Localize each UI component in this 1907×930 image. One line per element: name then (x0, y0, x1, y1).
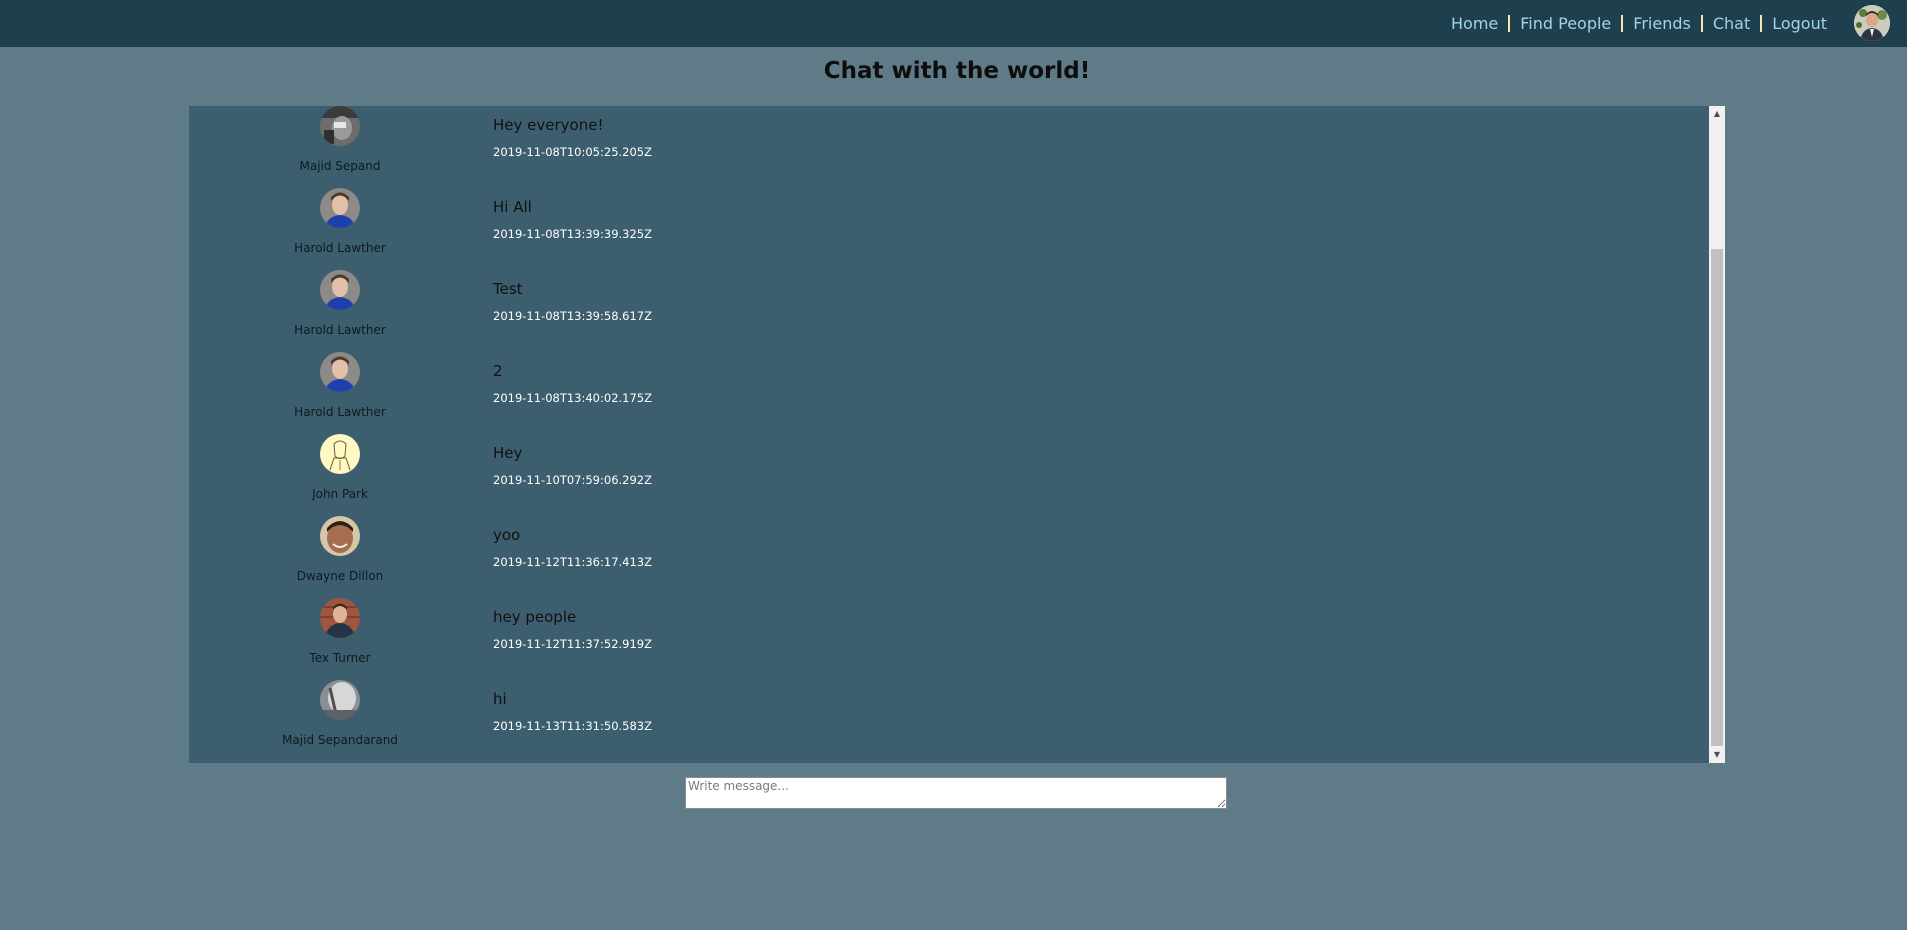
user-avatar[interactable] (320, 516, 360, 556)
message-text: hey people (493, 608, 577, 626)
message-text: Hey everyone! (493, 116, 604, 134)
message-author: Harold Lawther (294, 405, 386, 419)
user-avatar[interactable] (320, 598, 360, 638)
chat-scrollbar[interactable]: ▲ ▼ (1709, 106, 1725, 763)
message-author: Tex Turner (309, 651, 371, 665)
message-item: John Park Hey 2019-11-10T07:59:06.292Z (189, 434, 1709, 516)
message-timestamp: 2019-11-13T11:31:50.583Z (493, 719, 652, 733)
message-item: Majid Sepandarand hi 2019-11-13T11:31:50… (189, 680, 1709, 762)
user-avatar[interactable] (320, 106, 360, 146)
nav-separator (1760, 15, 1763, 32)
nav-separator (1700, 15, 1703, 32)
message-item: Harold Lawther Test 2019-11-08T13:39:58.… (189, 270, 1709, 352)
message-item: Dwayne Dillon yoo 2019-11-12T11:36:17.41… (189, 516, 1709, 598)
nav-logout-link[interactable]: Logout (1772, 14, 1827, 33)
message-timestamp: 2019-11-12T11:37:52.919Z (493, 637, 652, 651)
scroll-down-arrow-icon[interactable]: ▼ (1709, 747, 1725, 763)
message-author: Majid Sepandarand (282, 733, 398, 747)
message-timestamp: 2019-11-08T10:05:25.205Z (493, 145, 652, 159)
page-title: Chat with the world! (823, 58, 1091, 84)
message-timestamp: 2019-11-08T13:39:58.617Z (493, 309, 652, 323)
message-timestamp: 2019-11-10T07:59:06.292Z (493, 473, 652, 487)
nav-chat-link[interactable]: Chat (1713, 14, 1750, 33)
message-author: Dwayne Dillon (296, 569, 384, 583)
message-timestamp: 2019-11-08T13:40:02.175Z (493, 391, 652, 405)
message-text: Hi All (493, 198, 532, 216)
message-item: Majid Sepand Hey everyone! 2019-11-08T10… (189, 106, 1709, 188)
message-text: yoo (493, 526, 521, 544)
user-avatar[interactable] (320, 352, 360, 392)
message-list: Majid Sepand Hey everyone! 2019-11-08T10… (189, 106, 1709, 763)
top-navbar: Home Find People Friends Chat Logout (0, 0, 1907, 47)
scrollbar-thumb[interactable] (1711, 249, 1723, 746)
main-nav: Home Find People Friends Chat Logout (1451, 0, 1827, 47)
nav-home-link[interactable]: Home (1451, 14, 1498, 33)
nav-friends-link[interactable]: Friends (1633, 14, 1691, 33)
user-avatar[interactable] (320, 270, 360, 310)
user-avatar[interactable] (320, 188, 360, 228)
message-item: Tex Turner hey people 2019-11-12T11:37:5… (189, 598, 1709, 680)
current-user-avatar[interactable] (1854, 5, 1890, 41)
scroll-up-arrow-icon[interactable]: ▲ (1709, 106, 1725, 122)
nav-find-people-link[interactable]: Find People (1520, 14, 1611, 33)
nav-separator (1508, 15, 1511, 32)
message-timestamp: 2019-11-08T13:39:39.325Z (493, 227, 652, 241)
message-item: Harold Lawther 2 2019-11-08T13:40:02.175… (189, 352, 1709, 434)
message-author: Harold Lawther (294, 241, 386, 255)
message-text: Test (493, 280, 523, 298)
message-timestamp: 2019-11-12T11:36:17.413Z (493, 555, 652, 569)
message-item: Harold Lawther Hi All 2019-11-08T13:39:3… (189, 188, 1709, 270)
message-author: Majid Sepand (299, 159, 381, 173)
user-avatar[interactable] (320, 680, 360, 720)
message-author: Harold Lawther (294, 323, 386, 337)
nav-separator (1621, 15, 1624, 32)
message-text: Hey (493, 444, 523, 462)
chat-messages-panel[interactable]: Majid Sepand Hey everyone! 2019-11-08T10… (189, 106, 1725, 763)
message-text: 2 (493, 362, 503, 380)
message-input[interactable] (685, 777, 1227, 809)
message-text: hi (493, 690, 507, 708)
message-author: John Park (312, 487, 368, 501)
user-avatar[interactable] (320, 434, 360, 474)
